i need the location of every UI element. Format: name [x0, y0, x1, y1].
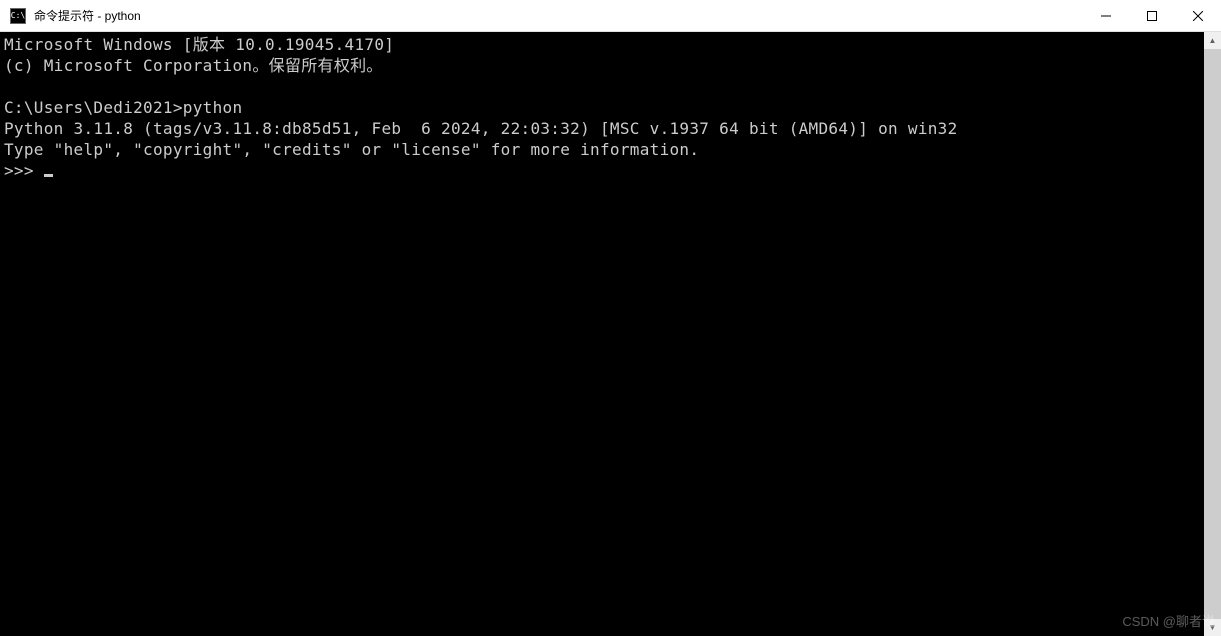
cmd-icon: C:\ — [10, 8, 26, 24]
terminal-line: Microsoft Windows [版本 10.0.19045.4170] — [4, 35, 394, 54]
window: C:\ 命令提示符 - python Microsoft Windows [版本… — [0, 0, 1221, 636]
maximize-button[interactable] — [1129, 0, 1175, 31]
minimize-button[interactable] — [1083, 0, 1129, 31]
close-icon — [1193, 11, 1203, 21]
scrollbar[interactable]: ▲ ▼ — [1204, 32, 1221, 636]
cursor — [44, 174, 53, 177]
terminal-line: Type "help", "copyright", "credits" or "… — [4, 140, 699, 159]
close-button[interactable] — [1175, 0, 1221, 31]
scroll-down-arrow-icon[interactable]: ▼ — [1204, 619, 1221, 636]
terminal-prompt: >>> — [4, 161, 44, 180]
terminal-line: (c) Microsoft Corporation。保留所有权利。 — [4, 56, 383, 75]
window-title: 命令提示符 - python — [34, 7, 141, 24]
terminal-line: C:\Users\Dedi2021>python — [4, 98, 242, 117]
maximize-icon — [1147, 11, 1157, 21]
terminal[interactable]: Microsoft Windows [版本 10.0.19045.4170] (… — [0, 32, 1204, 636]
terminal-area: Microsoft Windows [版本 10.0.19045.4170] (… — [0, 32, 1221, 636]
scroll-up-arrow-icon[interactable]: ▲ — [1204, 32, 1221, 49]
scroll-thumb[interactable] — [1204, 49, 1221, 619]
minimize-icon — [1101, 11, 1111, 21]
terminal-line: Python 3.11.8 (tags/v3.11.8:db85d51, Feb… — [4, 119, 958, 138]
titlebar-left: C:\ 命令提示符 - python — [0, 7, 141, 24]
window-controls — [1083, 0, 1221, 31]
titlebar[interactable]: C:\ 命令提示符 - python — [0, 0, 1221, 32]
